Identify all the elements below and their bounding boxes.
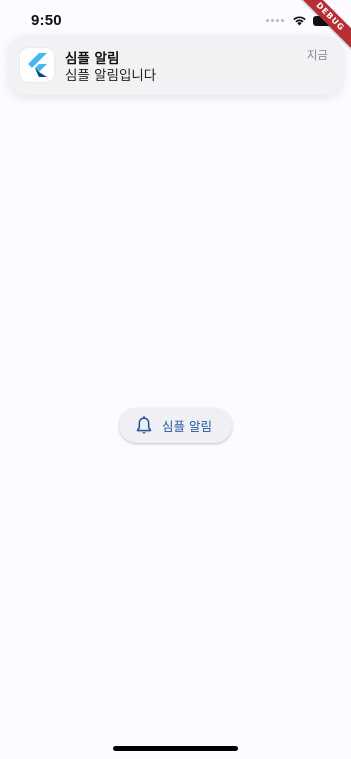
notification-time: 지금	[306, 48, 328, 62]
simple-notification-button[interactable]: 심플 알림	[119, 408, 232, 443]
notification-body: 심플 알림입니다	[65, 68, 157, 84]
app-screen: 9:50 DEBUG 심플 알림 심플 알림입니다 지금 심플 알림	[0, 0, 351, 759]
bell-icon	[136, 416, 152, 434]
home-indicator[interactable]	[113, 746, 238, 751]
status-time: 9:50	[31, 12, 62, 29]
signal-icon	[266, 19, 284, 22]
flutter-logo-icon	[20, 48, 54, 82]
wifi-icon	[293, 16, 306, 26]
button-label: 심플 알림	[162, 419, 212, 434]
notification-banner[interactable]: 심플 알림 심플 알림입니다 지금	[9, 36, 342, 95]
